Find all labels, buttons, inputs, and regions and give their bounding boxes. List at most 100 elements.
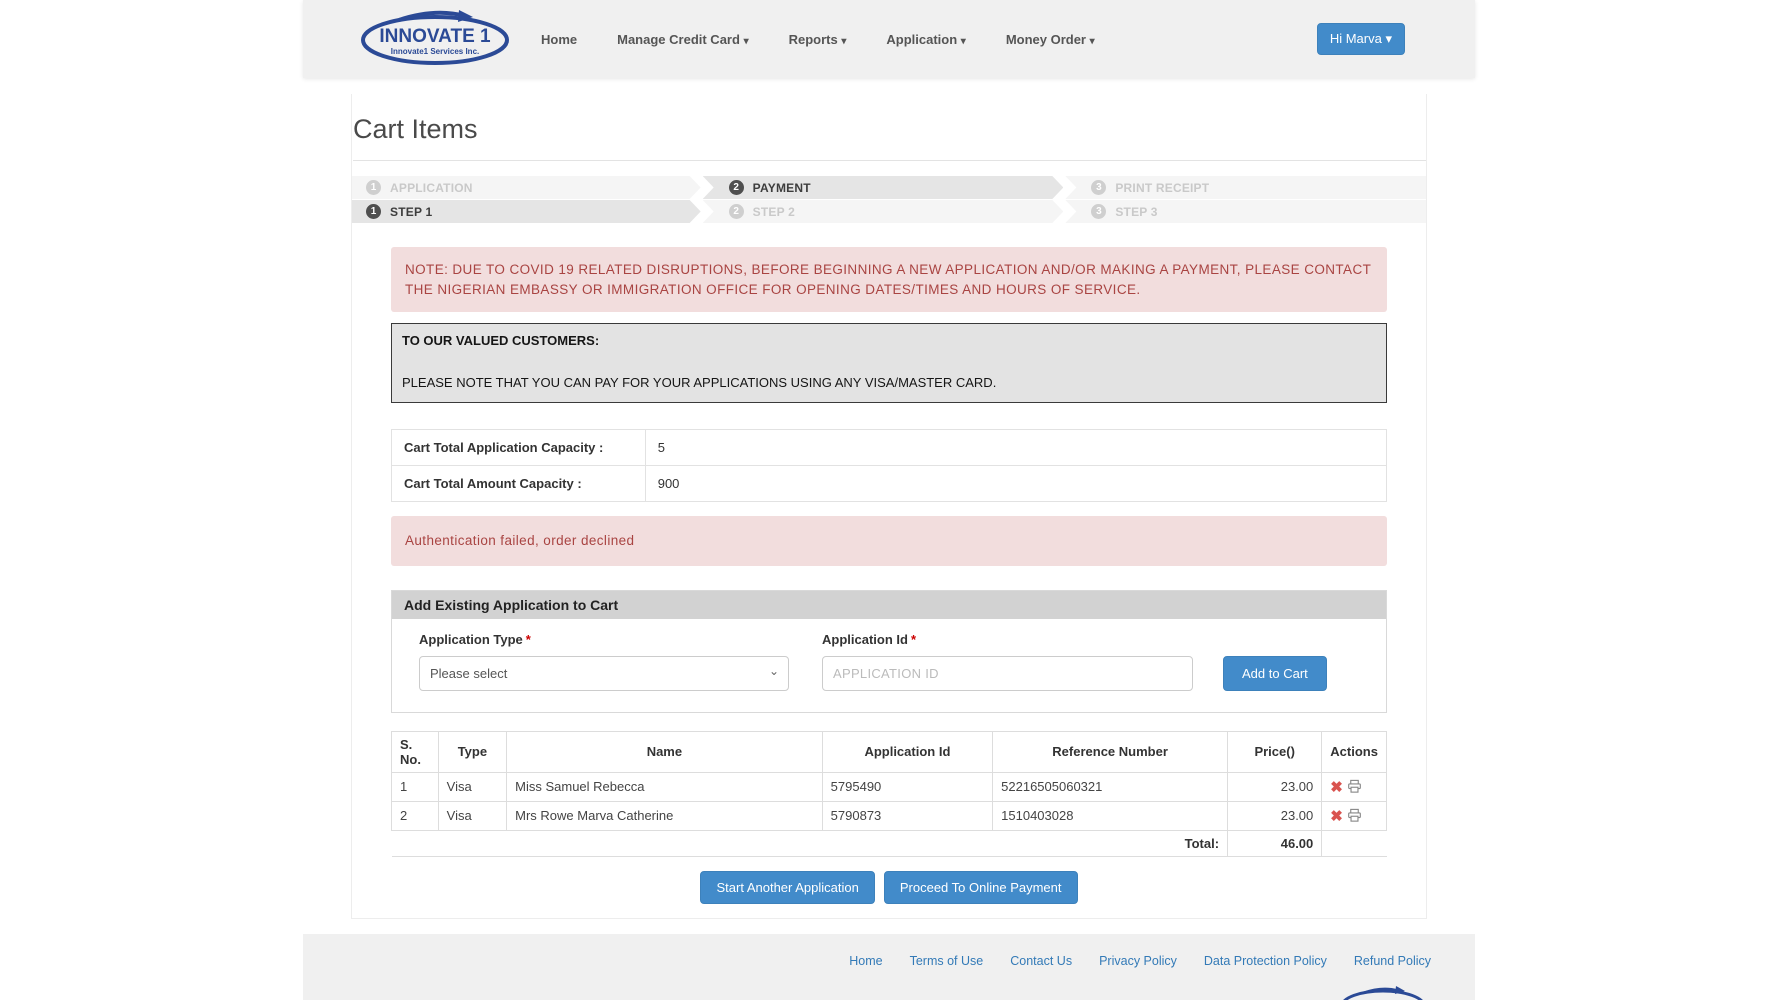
cell-ref: 52216505060321 (993, 772, 1228, 801)
proceed-to-online-payment-button[interactable]: Proceed To Online Payment (884, 871, 1078, 904)
col-header-price: Price() (1228, 731, 1322, 772)
table-total-row: Total: 46.00 (392, 830, 1387, 856)
required-asterisk: * (911, 632, 916, 647)
footer-link-terms[interactable]: Terms of Use (910, 954, 984, 968)
customers-note-body: PLEASE NOTE THAT YOU CAN PAY FOR YOUR AP… (402, 375, 1376, 390)
footer-link-home[interactable]: Home (849, 954, 882, 968)
innovate1-logo[interactable]: INNOVATE 1 Innovate1 Services Inc. (359, 8, 511, 71)
delete-icon[interactable]: ✖ (1330, 808, 1343, 825)
step-label: PRINT RECEIPT (1115, 181, 1209, 195)
cell-type: Visa (438, 801, 506, 830)
step-number-badge: 1 (366, 180, 381, 195)
logo-subtitle: Innovate1 Services Inc. (391, 47, 480, 56)
capacity-value: 5 (645, 430, 1386, 466)
step-label: STEP 1 (390, 205, 432, 219)
application-type-label: Application Type* (419, 632, 789, 647)
step-number-badge: 2 (729, 204, 744, 219)
cart-capacity-table: Cart Total Application Capacity : 5 Cart… (391, 429, 1387, 502)
footer-link-refund[interactable]: Refund Policy (1354, 954, 1431, 968)
col-header-type: Type (438, 731, 506, 772)
table-row: 2 Visa Mrs Rowe Marva Catherine 5790873 … (392, 801, 1387, 830)
application-id-input[interactable] (822, 656, 1193, 691)
site-header: INNOVATE 1 Innovate1 Services Inc. Home … (303, 0, 1475, 78)
wizard-steps: 1 APPLICATION 2 PAYMENT 3 PRINT RECEIPT … (352, 176, 1426, 223)
total-value: 46.00 (1228, 830, 1322, 856)
logo-title: INNOVATE 1 (379, 26, 491, 47)
chevron-down-icon: ▾ (744, 36, 749, 47)
step-number-badge: 3 (1091, 204, 1106, 219)
col-header-name: Name (507, 731, 823, 772)
add-existing-section: Add Existing Application to Cart Applica… (391, 590, 1387, 713)
add-existing-section-title: Add Existing Application to Cart (392, 591, 1386, 619)
print-icon[interactable] (1347, 779, 1362, 794)
capacity-value: 900 (645, 466, 1386, 502)
chevron-down-icon: ▾ (961, 36, 966, 47)
add-to-cart-button[interactable]: Add to Cart (1223, 656, 1327, 691)
customers-note-title: TO OUR VALUED CUSTOMERS: (402, 333, 1376, 348)
footer-link-privacy[interactable]: Privacy Policy (1099, 954, 1177, 968)
cell-actions: ✖ (1322, 801, 1387, 830)
col-header-ref: Reference Number (993, 731, 1228, 772)
required-asterisk: * (526, 632, 531, 647)
wizard-step-application[interactable]: 1 APPLICATION (352, 176, 701, 199)
capacity-label: Cart Total Application Capacity : (392, 430, 646, 466)
table-header-row: S. No. Type Name Application Id Referenc… (392, 731, 1387, 772)
col-header-sno: S. No. (392, 731, 439, 772)
wizard-step-2[interactable]: 2 STEP 2 (703, 200, 1064, 223)
table-row: 1 Visa Miss Samuel Rebecca 5795490 52216… (392, 772, 1387, 801)
cart-items-panel: Cart Items 1 APPLICATION 2 PAYMENT 3 PRI… (351, 94, 1427, 919)
wizard-step-payment[interactable]: 2 PAYMENT (703, 176, 1064, 199)
chevron-down-icon: ▾ (841, 36, 846, 47)
step-label: STEP 3 (1115, 205, 1157, 219)
wizard-row-sub: 1 STEP 1 2 STEP 2 3 STEP 3 (352, 200, 1426, 223)
cell-ref: 1510403028 (993, 801, 1228, 830)
page-title: Cart Items (353, 114, 1426, 161)
step-label: PAYMENT (753, 181, 811, 195)
cell-sno: 1 (392, 772, 439, 801)
table-row: Cart Total Application Capacity : 5 (392, 430, 1387, 466)
main-nav: Home Manage Credit Card ▾ Reports ▾ Appl… (541, 32, 1095, 47)
customers-note-box: TO OUR VALUED CUSTOMERS: PLEASE NOTE THA… (391, 323, 1387, 403)
footer-link-data-protection[interactable]: Data Protection Policy (1204, 954, 1327, 968)
application-type-select[interactable]: Please select (419, 656, 789, 691)
nav-application[interactable]: Application ▾ (886, 32, 965, 47)
col-header-actions: Actions (1322, 731, 1387, 772)
add-existing-form: Application Type* Please select ⌄ Applic… (392, 619, 1386, 712)
step-number-badge: 2 (729, 180, 744, 195)
footer-links: Home Terms of Use Contact Us Privacy Pol… (357, 954, 1431, 968)
cell-name: Miss Samuel Rebecca (507, 772, 823, 801)
nav-reports[interactable]: Reports ▾ (789, 32, 847, 47)
footer-link-contact[interactable]: Contact Us (1010, 954, 1072, 968)
nav-manage-credit-card[interactable]: Manage Credit Card ▾ (617, 32, 748, 47)
capacity-label: Cart Total Amount Capacity : (392, 466, 646, 502)
step-number-badge: 1 (366, 204, 381, 219)
application-id-label: Application Id* (822, 632, 1193, 647)
cell-app-id: 5790873 (822, 801, 992, 830)
error-message-alert: Authentication failed, order declined (391, 516, 1387, 566)
wizard-step-print-receipt[interactable]: 3 PRINT RECEIPT (1065, 176, 1426, 199)
user-menu-button[interactable]: Hi Marva ▾ (1317, 23, 1405, 55)
chevron-down-icon: ▾ (1090, 36, 1095, 47)
wizard-step-3[interactable]: 3 STEP 3 (1065, 200, 1426, 223)
cell-actions: ✖ (1322, 772, 1387, 801)
cart-items-table: S. No. Type Name Application Id Referenc… (391, 731, 1387, 857)
print-icon[interactable] (1347, 808, 1362, 823)
col-header-app-id: Application Id (822, 731, 992, 772)
cell-price: 23.00 (1228, 772, 1322, 801)
bottom-actions: Start Another Application Proceed To Onl… (391, 871, 1387, 904)
cell-app-id: 5795490 (822, 772, 992, 801)
step-label: APPLICATION (390, 181, 473, 195)
cell-name: Mrs Rowe Marva Catherine (507, 801, 823, 830)
step-number-badge: 3 (1091, 180, 1106, 195)
wizard-row-main: 1 APPLICATION 2 PAYMENT 3 PRINT RECEIPT (352, 176, 1426, 199)
site-footer: Home Terms of Use Contact Us Privacy Pol… (303, 934, 1475, 1000)
wizard-step-1[interactable]: 1 STEP 1 (352, 200, 701, 223)
delete-icon[interactable]: ✖ (1330, 779, 1343, 796)
step-label: STEP 2 (753, 205, 795, 219)
cell-type: Visa (438, 772, 506, 801)
start-another-application-button[interactable]: Start Another Application (700, 871, 874, 904)
total-label: Total: (392, 830, 1228, 856)
nav-money-order[interactable]: Money Order ▾ (1006, 32, 1095, 47)
nav-home[interactable]: Home (541, 32, 577, 47)
innovate1-footer-logo: INNOVATE 1 Innovate1 Services Inc. (1339, 982, 1427, 1000)
